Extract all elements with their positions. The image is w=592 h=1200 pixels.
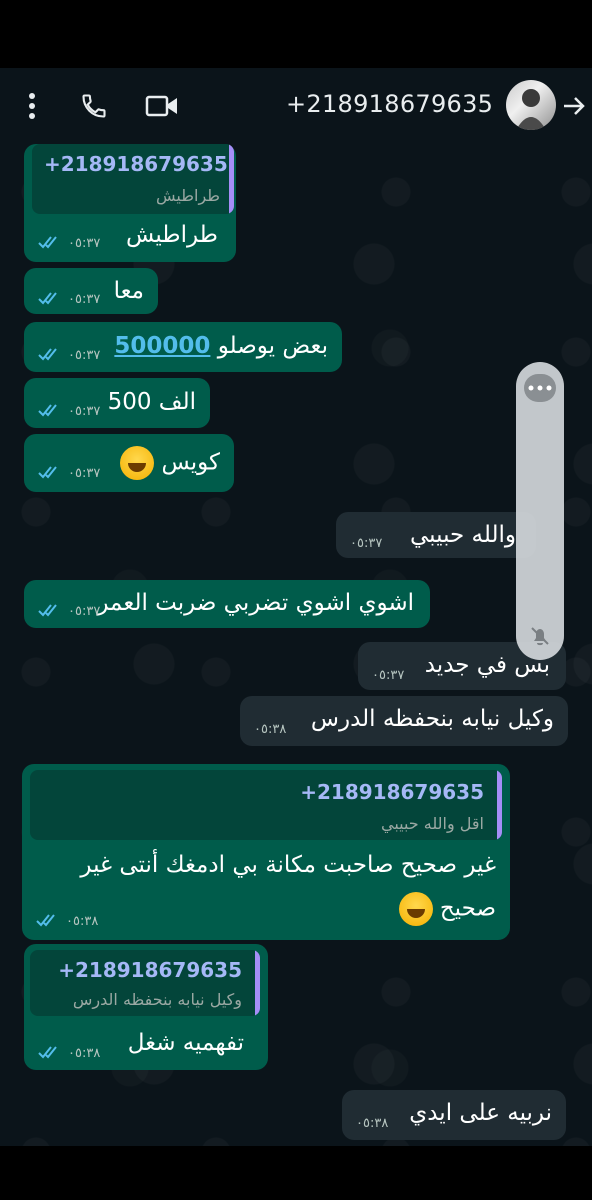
message-bubble[interactable]: كويس ٠٥:٣٧ [24, 434, 234, 492]
bottom-bar [0, 1146, 592, 1200]
reply-name: +218918679635 [300, 780, 484, 804]
more-horiz-icon[interactable] [524, 374, 556, 402]
contact-title[interactable]: +218918679635 [286, 90, 493, 118]
double-check-icon [38, 292, 57, 305]
message-bubble[interactable]: 500 الف ٠٥:٣٧ [24, 378, 210, 428]
message-time: ٠٥:٣٧ [350, 536, 383, 551]
message-time: ٠٥:٣٧ [68, 604, 101, 619]
message-text-part: صحيح [439, 895, 496, 922]
arrow-forward-icon[interactable] [560, 92, 588, 120]
reply-quote[interactable]: +218918679635 وكيل نيابه بنحفظه الدرس [30, 950, 260, 1016]
message-bubble[interactable]: نربيه على ايدي ٠٥:٣٨ [342, 1090, 566, 1140]
message-text: تفهميه شغل [127, 1030, 244, 1056]
laughing-emoji-icon [398, 892, 433, 926]
video-icon[interactable] [144, 90, 180, 122]
message-text: معا [113, 278, 144, 304]
double-check-icon [38, 348, 57, 361]
message-bubble[interactable]: +218918679635 طراطيش طراطيش ٠٥:٣٧ [24, 144, 236, 262]
bell-off-icon[interactable] [528, 624, 552, 648]
more-vert-icon[interactable] [18, 92, 46, 120]
reply-text: اقل والله حبيبي [380, 814, 484, 833]
floating-side-panel[interactable] [516, 362, 564, 660]
message-text-line2: صحيح [398, 892, 496, 926]
message-text: كويس [120, 446, 220, 480]
message-bubble[interactable]: بعض يوصلو 500000 ٠٥:٣٧ [24, 322, 342, 372]
double-check-icon [38, 236, 57, 249]
message-time: ٠٥:٣٧ [68, 236, 101, 251]
chat-area[interactable]: +218918679635 طراطيش طراطيش ٠٥:٣٧ معا ٠٥… [0, 144, 592, 1146]
double-check-icon [38, 1046, 57, 1059]
message-time: ٠٥:٣٧ [68, 466, 101, 481]
message-text: نربيه على ايدي [409, 1100, 552, 1126]
reply-quote[interactable]: +218918679635 طراطيش [32, 144, 234, 214]
message-text: اشوي اشوي تضربي ضربت العمر [97, 590, 414, 616]
message-bubble[interactable]: +218918679635 وكيل نيابه بنحفظه الدرس تف… [24, 944, 268, 1070]
reply-name: +218918679635 [44, 152, 228, 176]
message-bubble[interactable]: اشوي اشوي تضربي ضربت العمر ٠٥:٣٧ [24, 580, 430, 628]
message-text: بعض يوصلو 500000 [114, 333, 328, 359]
message-time: ٠٥:٣٨ [356, 1116, 389, 1131]
number-link[interactable]: 500000 [114, 333, 210, 359]
message-text-part: كويس [161, 449, 220, 476]
message-time: ٠٥:٣٨ [68, 1046, 101, 1061]
message-bubble[interactable]: والله حبيبي ٠٥:٣٧ [336, 512, 536, 558]
message-time: ٠٥:٣٨ [66, 914, 99, 929]
reply-name: +218918679635 [58, 958, 242, 982]
message-text-part: بعض يوصلو [217, 333, 328, 359]
message-text: 500 الف [107, 389, 196, 415]
reply-quote[interactable]: +218918679635 اقل والله حبيبي [30, 770, 502, 840]
double-check-icon [36, 914, 55, 927]
double-check-icon [38, 466, 57, 479]
double-check-icon [38, 404, 57, 417]
message-bubble[interactable]: معا ٠٥:٣٧ [24, 268, 158, 314]
laughing-emoji-icon [120, 446, 155, 480]
message-time: ٠٥:٣٨ [254, 722, 287, 737]
message-time: ٠٥:٣٧ [68, 292, 101, 307]
message-time: ٠٥:٣٧ [68, 404, 101, 419]
message-text: طراطيش [126, 222, 218, 248]
avatar[interactable] [506, 80, 556, 130]
message-bubble[interactable]: وكيل نيابه بنحفظه الدرس ٠٥:٣٨ [240, 696, 568, 746]
message-time: ٠٥:٣٧ [372, 668, 405, 683]
message-text-line1: غير صحيح صاحبت مكانة بي ادمغك أنتى غير [80, 852, 496, 878]
phone-icon[interactable] [78, 90, 110, 122]
message-text: والله حبيبي [410, 522, 516, 548]
message-bubble[interactable]: +218918679635 اقل والله حبيبي غير صحيح ص… [22, 764, 510, 940]
double-check-icon [38, 604, 57, 617]
reply-text: وكيل نيابه بنحفظه الدرس [72, 990, 242, 1009]
message-text: وكيل نيابه بنحفظه الدرس [310, 706, 554, 732]
reply-text: طراطيش [156, 186, 220, 205]
message-time: ٠٥:٣٧ [68, 348, 101, 363]
